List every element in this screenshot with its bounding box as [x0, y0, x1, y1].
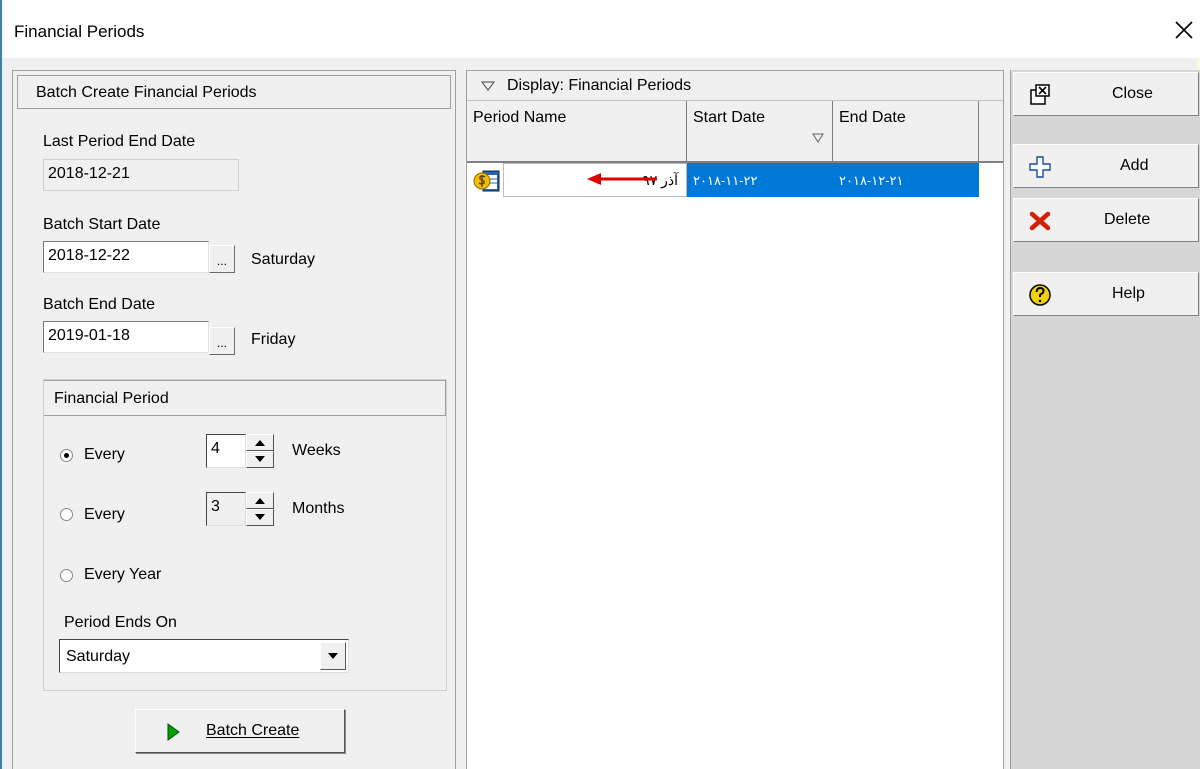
red-arrow-icon [587, 173, 657, 185]
batch-start-day-label: Saturday [251, 251, 316, 268]
financial-period-header-label: Financial Period [54, 390, 169, 407]
sort-desc-icon [812, 133, 824, 143]
financial-periods-grid: Display: Financial Periods Period Name S… [466, 70, 1004, 769]
period-ends-on-select[interactable]: Saturday [59, 639, 349, 673]
delete-x-icon [1029, 211, 1051, 231]
title-bar: Financial Periods [2, 0, 1200, 58]
arrow-down-icon [255, 514, 265, 520]
table-row[interactable]: ۲۰۱۸-۱۱-۲۲ ۲۰۱۸-۱۲-۲۱ [687, 163, 979, 197]
arrow-up-icon [255, 498, 265, 504]
window-title: Financial Periods [14, 22, 145, 41]
financial-period-header: Financial Period [44, 380, 446, 416]
batch-create-label: Batch Create [206, 722, 300, 739]
every-months-radio[interactable] [60, 508, 73, 521]
weeks-input[interactable]: 4 [206, 434, 246, 468]
months-label: Months [292, 500, 345, 517]
close-icon[interactable] [1172, 18, 1196, 42]
weeks-label: Weeks [292, 442, 341, 459]
batch-end-date-picker-button[interactable]: ... [209, 327, 235, 355]
help-button[interactable]: Help [1013, 272, 1199, 316]
arrow-up-icon [255, 440, 265, 446]
batch-create-panel: Batch Create Financial Periods Last Peri… [12, 70, 456, 769]
plus-icon [1029, 156, 1051, 178]
batch-end-date-label: Batch End Date [43, 296, 156, 313]
months-down-button[interactable] [246, 509, 274, 526]
batch-create-header: Batch Create Financial Periods [17, 75, 451, 109]
batch-end-day-label: Friday [251, 331, 296, 348]
column-header-filler [979, 101, 1003, 161]
last-period-end-date-field: 2018-12-21 [43, 159, 239, 191]
every-weeks-radio[interactable] [60, 449, 73, 462]
column-header-label: Period Name [473, 109, 567, 126]
close-button-label: Close [1112, 85, 1153, 102]
period-ends-on-value: Saturday [66, 648, 131, 665]
period-ends-on-label: Period Ends On [64, 614, 177, 631]
arrow-down-icon [255, 456, 265, 462]
every-year-label: Every Year [84, 566, 162, 583]
delete-button[interactable]: Delete [1013, 198, 1199, 242]
batch-end-date-field[interactable]: 2019-01-18 [43, 321, 209, 353]
batch-create-header-label: Batch Create Financial Periods [36, 84, 257, 101]
collapse-triangle-icon [481, 81, 495, 91]
financial-periods-window: Financial Periods Batch Create Financial… [0, 0, 1200, 769]
dropdown-button[interactable] [320, 642, 346, 670]
delete-button-label: Delete [1104, 211, 1151, 228]
grid-display-bar[interactable]: Display: Financial Periods [467, 71, 1003, 101]
column-header-start-date[interactable]: Start Date [687, 101, 833, 161]
end-date-cell: ۲۰۱۸-۱۲-۲۱ [839, 173, 904, 188]
actions-panel: Close Add Delete Help [1010, 70, 1200, 769]
calendar-money-icon[interactable] [473, 167, 501, 195]
batch-start-date-picker-button[interactable]: ... [209, 245, 235, 273]
weeks-up-button[interactable] [246, 434, 274, 451]
column-header-label: End Date [839, 109, 906, 126]
column-header-label: Start Date [693, 109, 766, 126]
play-icon [167, 723, 180, 741]
batch-start-date-label: Batch Start Date [43, 216, 161, 233]
grid-display-title: Display: Financial Periods [507, 77, 692, 94]
help-question-icon [1029, 284, 1051, 306]
every-weeks-label: Every [84, 446, 125, 463]
help-button-label: Help [1112, 285, 1145, 302]
every-year-radio[interactable] [60, 569, 73, 582]
start-date-cell: ۲۰۱۸-۱۱-۲۲ [693, 173, 758, 188]
close-window-icon [1030, 84, 1050, 105]
column-header-period-name[interactable]: Period Name [467, 101, 687, 161]
add-button[interactable]: Add [1013, 144, 1199, 188]
batch-start-date-field[interactable]: 2018-12-22 [43, 241, 209, 273]
close-button[interactable]: Close [1013, 72, 1199, 116]
last-period-end-date-label: Last Period End Date [43, 133, 196, 150]
column-header-end-date[interactable]: End Date [833, 101, 979, 161]
batch-create-button[interactable]: Batch Create [135, 709, 345, 753]
weeks-down-button[interactable] [246, 451, 274, 468]
add-button-label: Add [1120, 157, 1149, 174]
months-input[interactable]: 3 [206, 492, 246, 526]
chevron-down-icon [328, 653, 338, 659]
months-up-button[interactable] [246, 492, 274, 509]
every-months-label: Every [84, 506, 125, 523]
